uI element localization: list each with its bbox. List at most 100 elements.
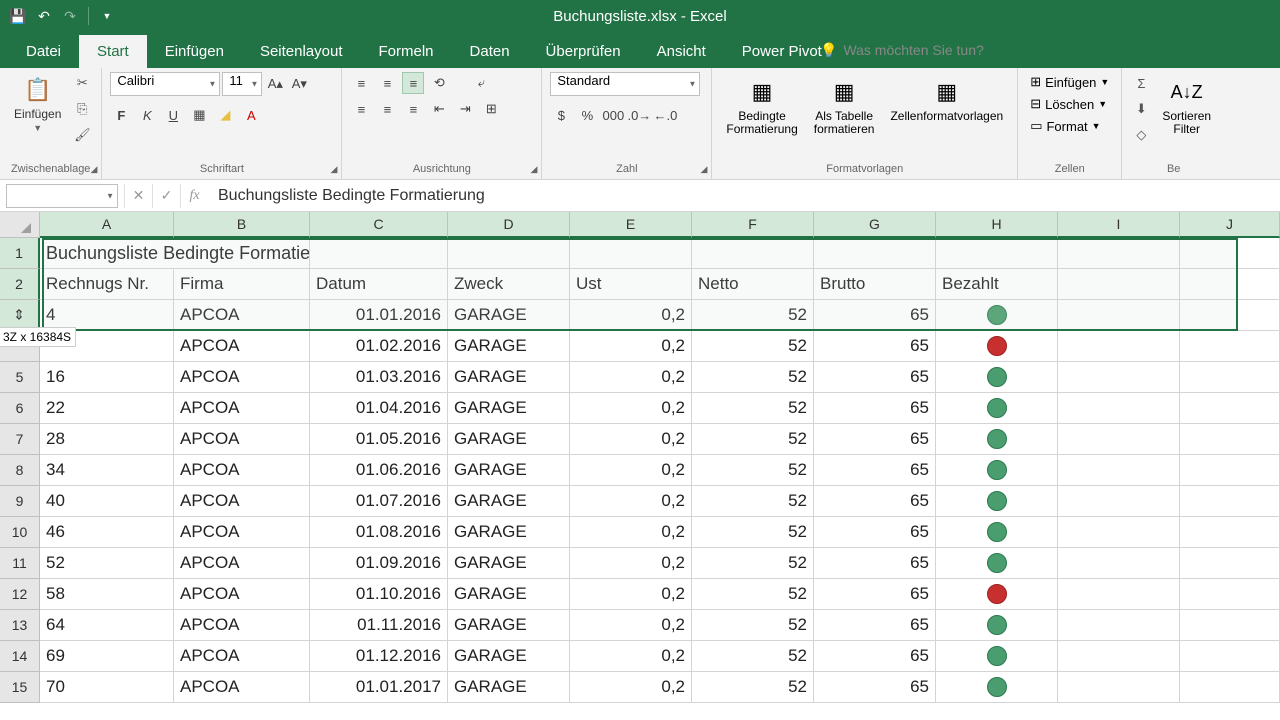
cell[interactable]: GARAGE [448, 548, 570, 579]
select-all-corner[interactable] [0, 212, 40, 238]
cell[interactable] [448, 238, 570, 269]
cell[interactable] [1058, 300, 1180, 331]
row-header-6[interactable]: 6 [0, 393, 40, 424]
tab-review[interactable]: Überprüfen [528, 35, 639, 68]
cell[interactable]: 65 [814, 517, 936, 548]
cell[interactable] [1180, 610, 1280, 641]
cell[interactable]: 01.01.2016 [310, 300, 448, 331]
cell[interactable]: 65 [814, 455, 936, 486]
status-cell[interactable] [936, 362, 1058, 393]
cell[interactable] [1180, 579, 1280, 610]
decrease-decimal-icon[interactable]: ←.0 [654, 104, 676, 126]
column-header-cell[interactable]: Netto [692, 269, 814, 300]
cell[interactable] [1180, 641, 1280, 672]
cell[interactable]: 52 [692, 300, 814, 331]
save-icon[interactable]: 💾 [10, 8, 26, 24]
font-name-select[interactable]: Calibri ▼ [110, 72, 220, 96]
status-cell[interactable] [936, 548, 1058, 579]
cell[interactable] [1058, 641, 1180, 672]
column-header-F[interactable]: F [692, 212, 814, 238]
cell[interactable]: 01.01.2017 [310, 672, 448, 703]
cell[interactable]: APCOA [174, 300, 310, 331]
column-header-H[interactable]: H [936, 212, 1058, 238]
bold-icon[interactable]: F [110, 104, 132, 126]
cell[interactable]: 01.06.2016 [310, 455, 448, 486]
cell[interactable]: 64 [40, 610, 174, 641]
cell[interactable]: 0,2 [570, 517, 692, 548]
name-box[interactable]: ▼ [6, 184, 118, 208]
cell[interactable]: 70 [40, 672, 174, 703]
cell[interactable]: 65 [814, 362, 936, 393]
align-bottom-icon[interactable]: ≡ [402, 72, 424, 94]
cell[interactable] [1180, 331, 1280, 362]
cell[interactable]: 0,2 [570, 486, 692, 517]
sort-filter-button[interactable]: A↓Z Sortieren Filter [1156, 72, 1217, 138]
align-top-icon[interactable]: ≡ [350, 72, 372, 94]
cell[interactable]: 01.02.2016 [310, 331, 448, 362]
cell[interactable] [1058, 393, 1180, 424]
column-header-A[interactable]: A [40, 212, 174, 238]
undo-icon[interactable]: ↶ [36, 8, 52, 24]
cell[interactable]: 01.11.2016 [310, 610, 448, 641]
cell[interactable] [1180, 362, 1280, 393]
cell[interactable] [814, 238, 936, 269]
cell[interactable]: GARAGE [448, 610, 570, 641]
column-header-I[interactable]: I [1058, 212, 1180, 238]
cell[interactable]: 40 [40, 486, 174, 517]
cell[interactable]: GARAGE [448, 331, 570, 362]
status-cell[interactable] [936, 579, 1058, 610]
column-header-C[interactable]: C [310, 212, 448, 238]
increase-indent-icon[interactable]: ⇥ [454, 98, 476, 120]
fill-icon[interactable]: ⬇ [1130, 98, 1152, 120]
dialog-launcher-icon[interactable]: ◢ [530, 164, 537, 175]
cell[interactable]: 22 [40, 393, 174, 424]
dialog-launcher-icon[interactable]: ◢ [700, 164, 707, 175]
cell[interactable]: APCOA [174, 579, 310, 610]
status-cell[interactable] [936, 393, 1058, 424]
cell[interactable]: APCOA [174, 362, 310, 393]
cell[interactable] [1180, 517, 1280, 548]
orientation-icon[interactable]: ⟲ [428, 72, 450, 94]
cell[interactable]: 52 [692, 331, 814, 362]
cell[interactable]: GARAGE [448, 362, 570, 393]
cell[interactable]: GARAGE [448, 455, 570, 486]
status-cell[interactable] [936, 610, 1058, 641]
cell[interactable]: 52 [692, 672, 814, 703]
row-header-10[interactable]: 10 [0, 517, 40, 548]
cell[interactable] [1180, 300, 1280, 331]
align-center-icon[interactable]: ≡ [376, 98, 398, 120]
column-header-J[interactable]: J [1180, 212, 1280, 238]
cell[interactable]: APCOA [174, 455, 310, 486]
cell[interactable]: 0,2 [570, 362, 692, 393]
cell[interactable]: 16 [40, 362, 174, 393]
cell[interactable]: 01.04.2016 [310, 393, 448, 424]
decrease-font-icon[interactable]: A▾ [288, 73, 310, 95]
cell[interactable]: 01.03.2016 [310, 362, 448, 393]
cell[interactable]: 52 [692, 579, 814, 610]
column-header-G[interactable]: G [814, 212, 936, 238]
paste-button[interactable]: 📋 Einfügen ▼ [8, 72, 67, 135]
status-cell[interactable] [936, 300, 1058, 331]
column-header-cell[interactable]: Bezahlt [936, 269, 1058, 300]
column-header-cell[interactable]: Ust [570, 269, 692, 300]
cell[interactable] [1058, 238, 1180, 269]
tab-insert[interactable]: Einfügen [147, 35, 242, 68]
cell[interactable]: GARAGE [448, 579, 570, 610]
cell-styles-button[interactable]: ▦ Zellenformatvorlagen [884, 72, 1009, 125]
number-format-select[interactable]: Standard ▼ [550, 72, 700, 96]
cell[interactable]: APCOA [174, 486, 310, 517]
cell[interactable] [1180, 548, 1280, 579]
cell[interactable] [1180, 672, 1280, 703]
cell[interactable]: 52 [692, 486, 814, 517]
cell[interactable]: 65 [814, 641, 936, 672]
cell[interactable]: 52 [692, 455, 814, 486]
cell[interactable]: 01.05.2016 [310, 424, 448, 455]
cell[interactable] [570, 238, 692, 269]
cell[interactable] [1180, 238, 1280, 269]
cell[interactable]: APCOA [174, 424, 310, 455]
format-cells-button[interactable]: ▭Format▼ [1026, 116, 1113, 136]
status-cell[interactable] [936, 641, 1058, 672]
cell[interactable]: GARAGE [448, 486, 570, 517]
cell[interactable]: 65 [814, 672, 936, 703]
row-header-2[interactable]: 2 [0, 269, 40, 300]
